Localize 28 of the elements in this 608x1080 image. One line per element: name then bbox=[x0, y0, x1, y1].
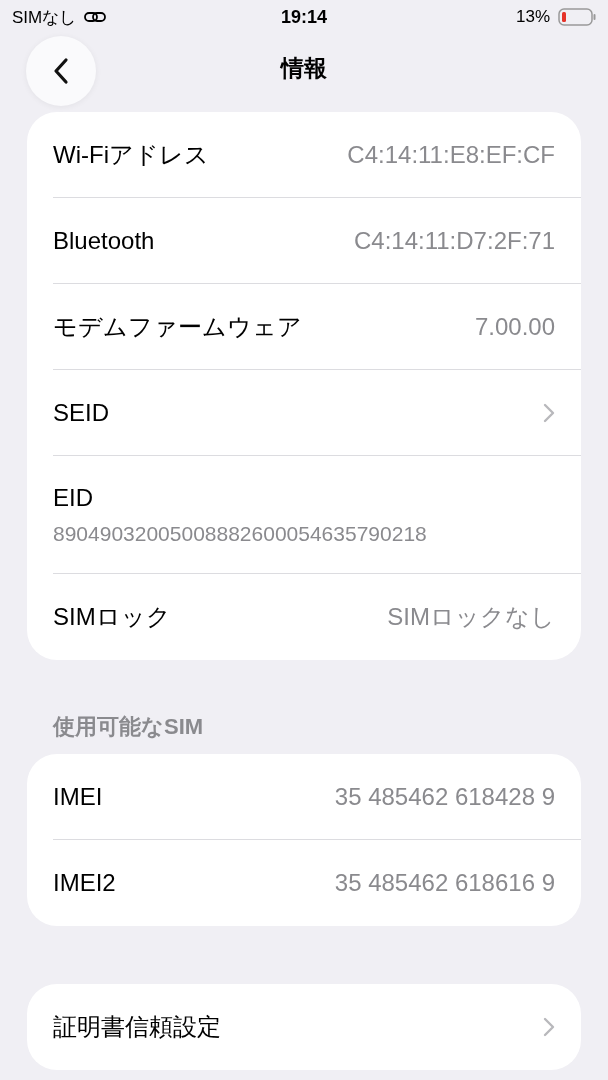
settings-row[interactable]: SEID bbox=[53, 370, 581, 456]
setting-label: 証明書信頼設定 bbox=[53, 1012, 221, 1042]
setting-label: SIMロック bbox=[53, 602, 171, 632]
carrier-text: SIMなし bbox=[12, 6, 77, 29]
setting-label: SEID bbox=[53, 398, 109, 427]
setting-value: 7.00.00 bbox=[474, 312, 555, 341]
setting-label: IMEI2 bbox=[53, 869, 116, 897]
battery-icon bbox=[558, 8, 596, 26]
back-icon bbox=[53, 57, 69, 85]
setting-value: C4:14:11:E8:EF:CF bbox=[347, 140, 555, 169]
chevron-icon bbox=[543, 402, 555, 423]
setting-value: 35 485462 618616 9 bbox=[334, 869, 555, 897]
setting-label: IMEI bbox=[53, 782, 103, 811]
setting-label: Wi-Fiアドレス bbox=[53, 139, 209, 170]
setting-value: 35 485462 618428 9 bbox=[334, 782, 555, 811]
battery-percent: 13% bbox=[516, 7, 550, 27]
setting-value: SIMロックなし bbox=[387, 602, 555, 632]
link-icon bbox=[84, 10, 107, 24]
setting-value: 89049032005008882600054635790218 bbox=[53, 521, 427, 546]
chevron-icon bbox=[543, 1017, 555, 1037]
setting-value: C4:14:11:D7:2F:71 bbox=[354, 226, 555, 255]
setting-label: Bluetooth bbox=[53, 226, 155, 255]
status-time: 19:14 bbox=[281, 6, 328, 28]
setting-label: EID bbox=[53, 483, 93, 512]
settings-row[interactable]: 証明書信頼設定 bbox=[53, 984, 581, 1070]
page-title: 情報 bbox=[281, 53, 327, 83]
section-header: 使用可能なSIM bbox=[51, 713, 205, 741]
setting-label: モデムファームウェア bbox=[53, 311, 302, 342]
